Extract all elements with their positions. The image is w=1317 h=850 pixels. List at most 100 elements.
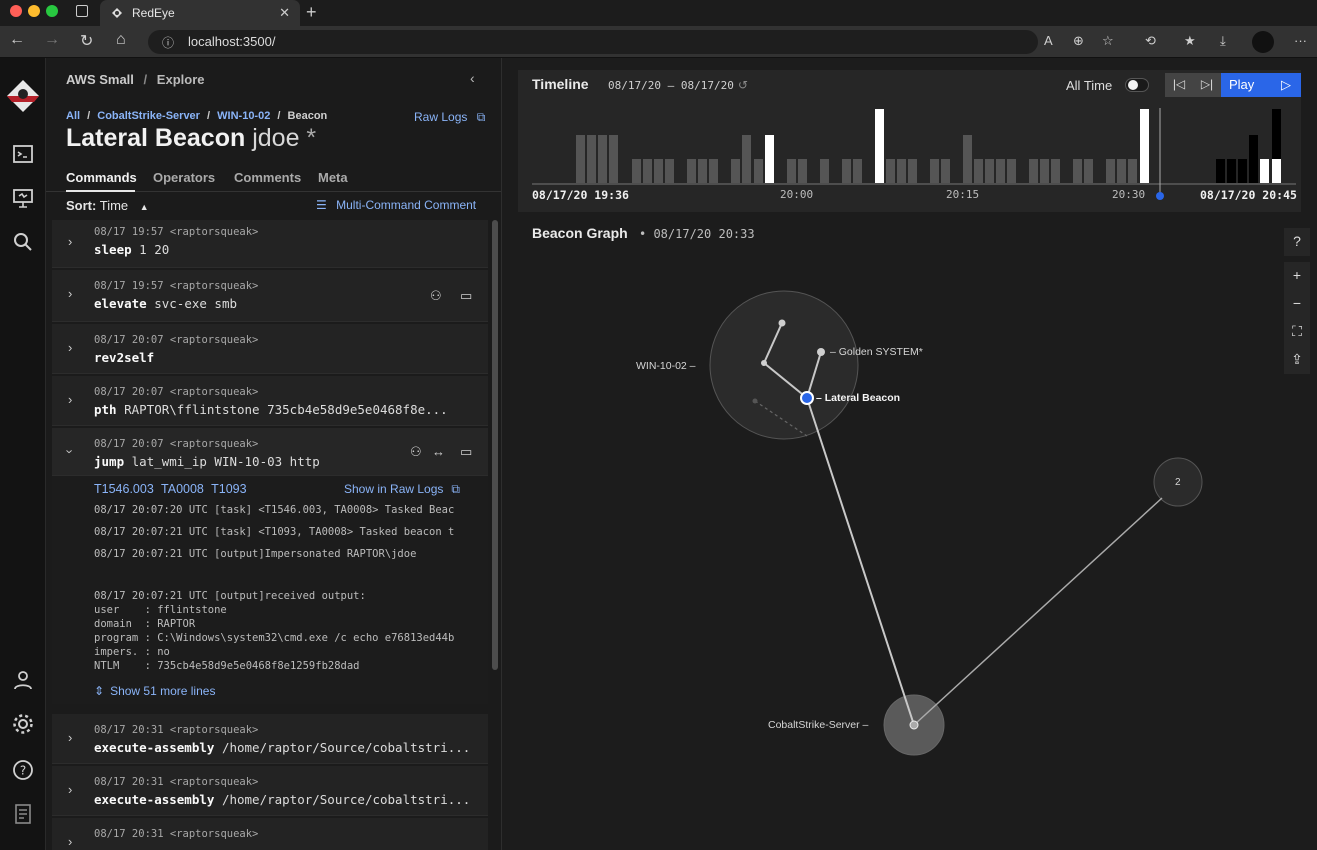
comment-icon[interactable]: ▭ (460, 288, 472, 304)
back-icon[interactable]: ← (9, 31, 25, 49)
zoom-in-button[interactable]: + (1284, 262, 1310, 290)
favorite-add-icon[interactable]: ☆ (1102, 33, 1114, 49)
read-aloud-icon[interactable]: A (1044, 33, 1053, 48)
logo-icon[interactable] (4, 78, 42, 114)
command-text: rev2self (94, 350, 155, 365)
path-all-link[interactable]: All (66, 110, 80, 122)
tab-commands[interactable]: Commands (66, 170, 137, 185)
fit-view-button[interactable]: ⛶ (1284, 318, 1310, 346)
chevron-right-icon[interactable]: › (68, 730, 72, 745)
user-icon[interactable] (11, 668, 35, 692)
comment-stack-icon: ☰ (316, 198, 327, 212)
beacon-node[interactable] (761, 360, 767, 366)
beacon-node[interactable] (778, 319, 786, 327)
comment-icon[interactable]: ▭ (460, 444, 472, 460)
command-row[interactable]: › 08/17 20:31 <raptorsqueak> execute-ass… (52, 766, 488, 816)
multi-command-comment-button[interactable]: ☰ Multi-Command Comment (316, 198, 476, 212)
browser-tab-redeye[interactable]: RedEye ✕ (100, 0, 300, 26)
beacon-details-panel: AWS Small / Explore ‹ All / CobaltStrike… (46, 58, 502, 850)
info-icon: ⓘ (162, 36, 175, 50)
presentation-icon[interactable] (11, 186, 35, 210)
chevron-down-icon[interactable]: › (63, 449, 78, 453)
tab-meta[interactable]: Meta (318, 170, 348, 185)
collapse-panel-icon[interactable]: ‹ (470, 70, 475, 86)
redeye-favicon-icon (112, 8, 122, 18)
command-meta: 08/17 20:07 <raptorsqueak> (94, 386, 259, 398)
command-text: jump lat_wmi_ip WIN-10-03 http (94, 454, 320, 469)
view-name: Explore (156, 72, 205, 87)
command-row[interactable]: › 08/17 20:31 <raptorsqueak> execute-ass… (52, 714, 488, 764)
chevron-right-icon[interactable]: › (68, 234, 72, 249)
command-row[interactable]: › 08/17 19:57 <raptorsqueak> sleep 1 20 (52, 220, 488, 268)
host-node-win-10-02[interactable] (709, 290, 859, 440)
vertical-scrollbar[interactable] (492, 220, 498, 670)
command-row[interactable]: › 08/17 20:07 <raptorsqueak> rev2self (52, 324, 488, 374)
sort-value: Time (99, 198, 129, 213)
extensions-icon[interactable]: ⟲ (1145, 33, 1156, 49)
browser-tab-bar: RedEye ✕ + (0, 0, 1317, 26)
command-text: execute-assembly /home/raptor/Source/cob… (94, 792, 471, 807)
share-icon: ⇪ (1291, 351, 1303, 367)
log-line: 08/17 20:07:20 UTC [task] <T1546.003, TA… (94, 504, 455, 516)
favorites-icon[interactable]: ★ (1184, 33, 1196, 49)
chevron-right-icon[interactable]: › (68, 340, 72, 355)
gear-icon[interactable] (11, 712, 35, 736)
graph-help-button[interactable]: ? (1284, 228, 1310, 256)
sort-control[interactable]: Sort: Time ▲ (66, 198, 149, 213)
link-arrows-icon[interactable]: ↔ (432, 444, 445, 459)
chevron-right-icon[interactable]: › (68, 286, 72, 301)
profile-avatar[interactable] (1252, 31, 1274, 53)
log-line: 08/17 20:07:21 UTC [output]Impersonated … (94, 548, 417, 560)
chevron-right-icon[interactable]: › (68, 834, 72, 849)
new-tab-button[interactable]: + (306, 2, 317, 23)
path-server-link[interactable]: CobaltStrike-Server (97, 110, 200, 122)
home-icon[interactable]: ⌂ (116, 31, 126, 49)
terminal-icon[interactable] (11, 142, 35, 166)
minus-icon: − (1292, 295, 1302, 311)
command-row[interactable]: › 08/17 20:31 <raptorsqueak> (52, 818, 488, 850)
command-row-expanded[interactable]: › 08/17 20:07 <raptorsqueak> jump lat_wm… (52, 428, 488, 476)
close-window-button[interactable] (10, 5, 22, 17)
export-button[interactable]: ⇪ (1284, 346, 1310, 374)
tab-comments[interactable]: Comments (234, 170, 301, 185)
command-row[interactable]: › 08/17 19:57 <raptorsqueak> elevate svc… (52, 270, 488, 322)
search-icon[interactable] (11, 230, 35, 254)
campaign-breadcrumb: AWS Small / Explore (66, 72, 205, 87)
help-icon[interactable]: ? (11, 758, 35, 782)
zoom-icon[interactable]: ⊕ (1073, 33, 1084, 49)
command-row[interactable]: › 08/17 20:07 <raptorsqueak> pth RAPTOR\… (52, 376, 488, 426)
tab-actions-icon[interactable] (76, 5, 88, 17)
beacon-node-lateral[interactable] (800, 391, 814, 405)
server-node-center[interactable] (909, 720, 919, 730)
mitre-tags[interactable]: T1546.003 TA0008 T1093 (94, 482, 247, 496)
tab-operators[interactable]: Operators (153, 170, 215, 185)
campaign-name[interactable]: AWS Small (66, 72, 134, 87)
url-field[interactable]: ⓘ localhost:3500/ (148, 30, 1038, 54)
beacon-node-golden[interactable] (817, 348, 825, 356)
command-text: execute-assembly /home/raptor/Source/cob… (94, 740, 471, 755)
chevron-right-icon[interactable]: › (68, 392, 72, 407)
beacon-graph[interactable] (502, 58, 1317, 850)
forward-icon[interactable]: → (44, 31, 60, 49)
beacon-node-dead[interactable] (752, 398, 758, 404)
log-line: domain : RAPTOR (94, 618, 196, 630)
command-output: T1546.003 TA0008 T1093 Show in Raw Logs ⧉… (52, 476, 488, 704)
show-more-lines-button[interactable]: ⇕ Show 51 more lines (94, 684, 215, 698)
show-in-raw-logs-link[interactable]: Show in Raw Logs ⧉ (344, 482, 460, 497)
chevron-right-icon[interactable]: › (68, 782, 72, 797)
svg-text:?: ? (20, 764, 26, 778)
path-current: Beacon (287, 110, 328, 122)
downloads-icon[interactable]: ⤓ (1220, 33, 1226, 49)
close-tab-icon[interactable]: ✕ (279, 5, 290, 21)
operators-icon[interactable]: ⚇ (410, 444, 422, 460)
minimize-window-button[interactable] (28, 5, 40, 17)
beacon-user: jdoe (252, 124, 300, 152)
raw-logs-link[interactable]: Raw Logs ⧉ (414, 110, 485, 125)
more-options-icon[interactable]: ··· (1294, 33, 1307, 48)
zoom-out-button[interactable]: − (1284, 290, 1310, 318)
maximize-window-button[interactable] (46, 5, 58, 17)
path-host-link[interactable]: WIN-10-02 (217, 110, 270, 122)
docs-icon[interactable] (11, 802, 35, 826)
reload-icon[interactable]: ↻ (80, 31, 93, 51)
operators-icon[interactable]: ⚇ (430, 288, 442, 304)
